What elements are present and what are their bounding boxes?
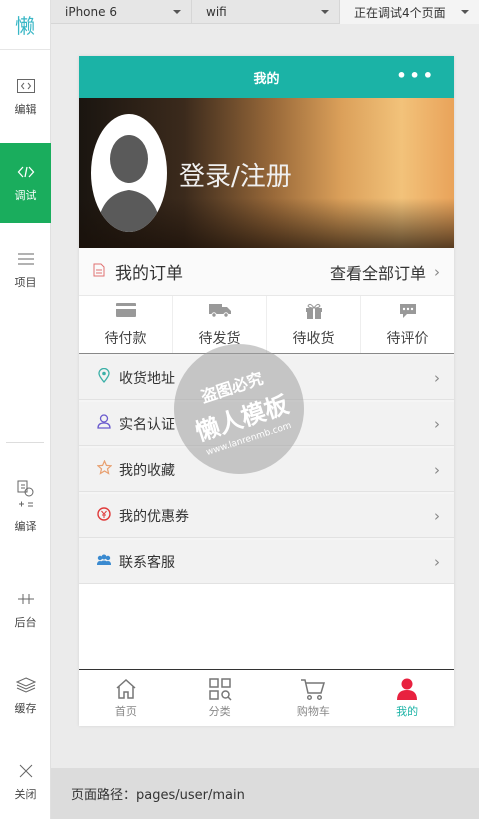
profile-icon — [395, 677, 419, 703]
tab-profile[interactable]: 我的 — [360, 670, 454, 726]
category-icon — [208, 677, 232, 703]
ide-item-label: 编辑 — [14, 103, 37, 116]
tab-category[interactable]: 分类 — [173, 670, 267, 726]
ide-item-label: 调试 — [14, 189, 37, 202]
chevron-down-icon — [321, 10, 329, 14]
comment-icon — [398, 302, 418, 324]
device-select[interactable]: iPhone 6 — [51, 0, 191, 24]
coupon-icon — [93, 506, 115, 525]
chevron-right-icon: › — [434, 552, 440, 571]
divider — [6, 442, 44, 443]
ide-item-compile[interactable]: 编译 — [0, 466, 51, 546]
view-all-orders-link[interactable]: 查看全部订单 › — [330, 260, 440, 284]
chevron-right-icon: › — [434, 460, 440, 479]
tab-label: 分类 — [208, 705, 231, 718]
card-icon — [115, 302, 137, 324]
menu-item-coupons[interactable]: 我的优惠券 › — [79, 494, 454, 538]
my-orders-title: 我的订单 — [115, 264, 183, 284]
tab-cart[interactable]: 购物车 — [267, 670, 361, 726]
order-tab-label: 待收货 — [292, 330, 335, 347]
simulator-toolbar: iPhone 6 wifi 正在调试4个页面 — [51, 0, 479, 24]
cart-icon — [300, 677, 326, 703]
menu-item-label: 我的收藏 — [119, 462, 175, 479]
menu-item-customer-service[interactable]: 联系客服 › — [79, 540, 454, 584]
star-icon — [93, 459, 115, 479]
order-tab-label: 待付款 — [104, 330, 147, 347]
ide-item-label: 编译 — [14, 520, 37, 533]
order-tab-pending-payment[interactable]: 待付款 — [79, 296, 173, 353]
pages-select-value: 正在调试4个页面 — [354, 5, 446, 20]
ide-item-label: 关闭 — [14, 788, 37, 801]
tab-label: 我的 — [396, 705, 419, 718]
logo-icon: 懒 — [0, 0, 50, 50]
avatar[interactable] — [91, 114, 167, 232]
ide-item-label: 缓存 — [14, 702, 37, 715]
page-path-label: 页面路径：pages/user/main — [71, 788, 245, 803]
location-icon — [93, 367, 115, 387]
ide-sidebar: 懒 编辑 调试 项目 编译 后台 缓存 关闭 — [0, 0, 51, 819]
tab-label: 购物车 — [296, 705, 330, 718]
order-status-tabs: 待付款 待发货 待收货 待评价 — [79, 296, 454, 354]
chevron-right-icon: › — [434, 262, 440, 281]
ide-item-project[interactable]: 项目 — [0, 230, 51, 310]
gift-icon — [304, 302, 324, 324]
menu-icon — [17, 250, 34, 268]
service-icon — [93, 554, 115, 570]
tab-home[interactable]: 首页 — [79, 670, 173, 726]
menu-item-label: 我的优惠券 — [119, 508, 189, 525]
login-register-link[interactable]: 登录/注册 — [179, 156, 292, 193]
ide-item-debug[interactable]: 调试 — [0, 143, 51, 223]
background-icon — [17, 590, 35, 608]
ide-item-edit[interactable]: 编辑 — [0, 56, 51, 138]
ide-item-cache[interactable]: 缓存 — [0, 666, 51, 726]
document-icon — [93, 263, 105, 281]
debug-icon — [17, 163, 35, 181]
chevron-right-icon: › — [434, 506, 440, 525]
ide-item-background[interactable]: 后台 — [0, 580, 51, 640]
network-select[interactable]: wifi — [191, 0, 339, 24]
my-orders-header[interactable]: 我的订单 查看全部订单 › — [79, 248, 454, 296]
order-tab-pending-receipt[interactable]: 待收货 — [267, 296, 361, 353]
view-all-orders-label: 查看全部订单 — [329, 263, 426, 283]
tab-label: 首页 — [114, 705, 137, 718]
compile-icon — [16, 478, 36, 512]
menu-item-label: 实名认证 — [119, 416, 175, 433]
network-select-value: wifi — [206, 5, 227, 19]
chevron-down-icon — [173, 10, 181, 14]
ide-item-label: 项目 — [14, 276, 37, 289]
profile-banner: 登录/注册 — [79, 98, 454, 248]
ide-item-label: 后台 — [14, 616, 37, 629]
order-tab-label: 待评价 — [386, 330, 429, 347]
menu-item-label: 联系客服 — [119, 554, 175, 571]
page-path-bar: 页面路径：pages/user/main — [51, 768, 479, 819]
more-icon[interactable]: ••• — [396, 68, 436, 84]
chevron-right-icon: › — [434, 368, 440, 387]
user-icon — [93, 414, 115, 433]
avatar-silhouette-icon — [97, 135, 161, 232]
chevron-right-icon: › — [434, 414, 440, 433]
pages-select[interactable]: 正在调试4个页面 — [339, 0, 479, 24]
nav-bar: 我的 ••• — [79, 56, 454, 98]
order-tab-pending-review[interactable]: 待评价 — [361, 296, 454, 353]
truck-icon — [208, 302, 232, 324]
code-icon — [16, 77, 35, 95]
ide-item-close[interactable]: 关闭 — [0, 752, 51, 812]
bottom-tab-bar: 首页 分类 购物车 我的 — [79, 669, 454, 726]
chevron-down-icon — [461, 10, 469, 14]
device-select-value: iPhone 6 — [65, 5, 117, 19]
nav-title: 我的 — [253, 71, 280, 87]
close-icon — [19, 762, 33, 780]
layers-icon — [15, 676, 36, 694]
home-icon — [114, 677, 138, 703]
menu-item-label: 收货地址 — [119, 370, 175, 387]
